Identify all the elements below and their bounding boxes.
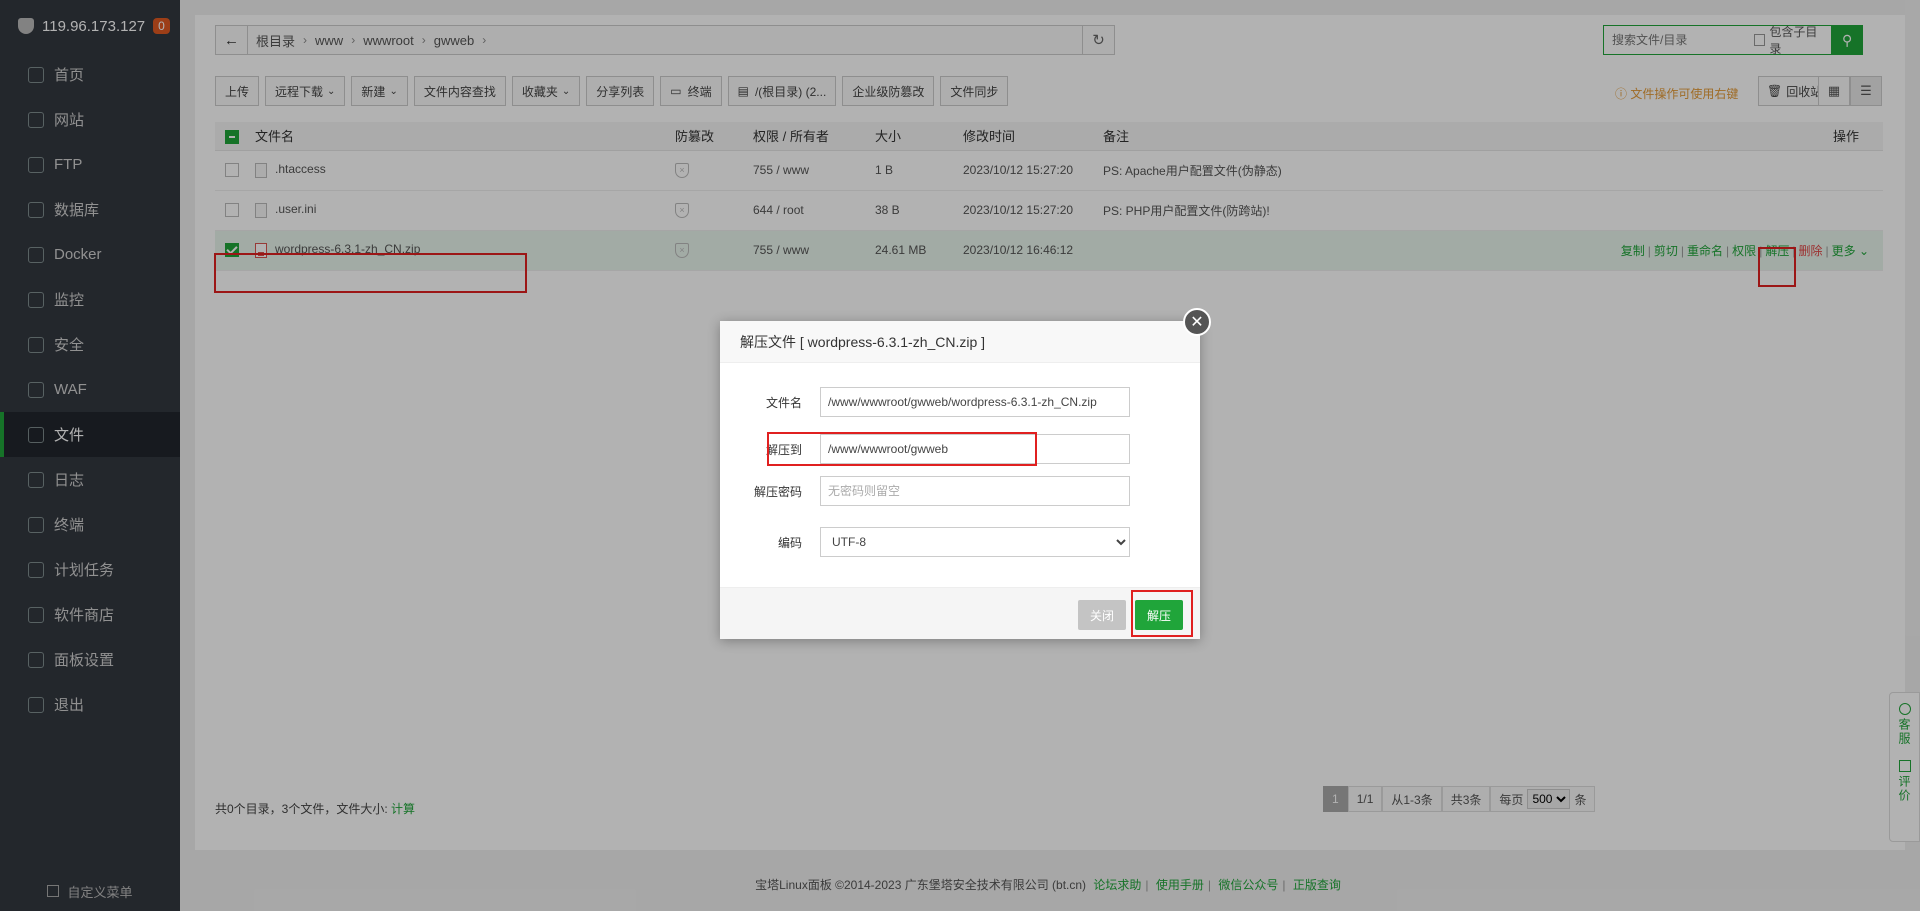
encoding-label: 编码 bbox=[777, 535, 802, 550]
destination-label: 解压到 bbox=[765, 442, 802, 457]
dialog-footer: 关闭 解压 bbox=[720, 587, 1200, 639]
destination-row: 解压到 bbox=[720, 434, 1200, 464]
close-icon[interactable]: ✕ bbox=[1183, 308, 1211, 336]
password-row: 解压密码 bbox=[720, 476, 1200, 506]
extract-button[interactable]: 解压 bbox=[1135, 600, 1183, 630]
dialog-title: 解压文件 [ wordpress-6.3.1-zh_CN.zip ] bbox=[720, 321, 1200, 363]
destination-field[interactable] bbox=[820, 434, 1130, 464]
encoding-row: 编码 UTF-8 bbox=[720, 527, 1200, 557]
encoding-select[interactable]: UTF-8 bbox=[820, 527, 1130, 557]
password-field[interactable] bbox=[820, 476, 1130, 506]
close-button[interactable]: 关闭 bbox=[1078, 600, 1126, 630]
filename-field[interactable] bbox=[820, 387, 1130, 417]
password-label: 解压密码 bbox=[753, 484, 802, 499]
filename-row: 文件名 bbox=[720, 387, 1200, 417]
extract-dialog: 解压文件 [ wordpress-6.3.1-zh_CN.zip ] 文件名 解… bbox=[720, 321, 1200, 639]
filename-label: 文件名 bbox=[765, 395, 802, 410]
